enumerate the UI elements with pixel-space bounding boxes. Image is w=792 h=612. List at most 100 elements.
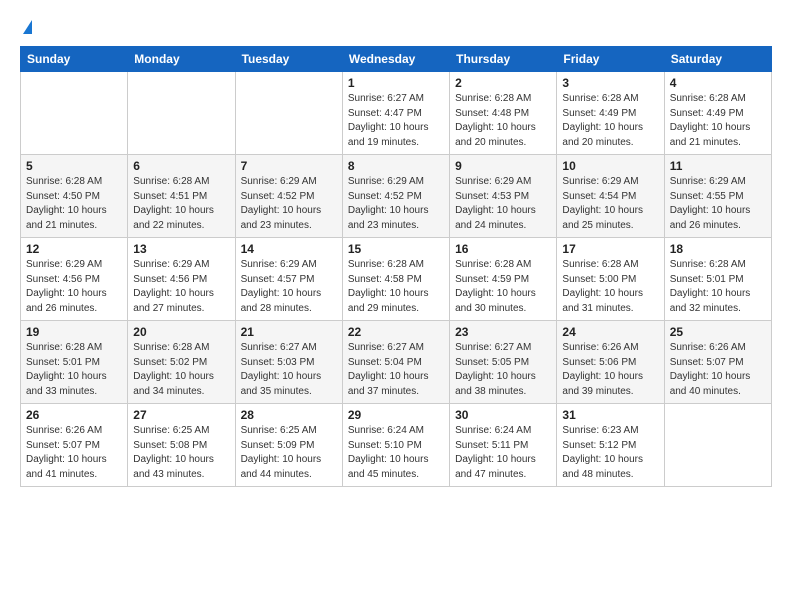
day-cell: 18 Sunrise: 6:28 AM Sunset: 5:01 PM Dayli…	[664, 238, 771, 321]
week-row-4: 19 Sunrise: 6:28 AM Sunset: 5:01 PM Dayli…	[21, 321, 772, 404]
day-info: Sunrise: 6:28 AM Sunset: 5:00 PM Dayligh…	[562, 258, 658, 316]
day-cell: 12 Sunrise: 6:29 AM Sunset: 4:56 PM Dayli…	[21, 238, 128, 321]
day-number: 24	[562, 325, 658, 339]
day-cell: 11 Sunrise: 6:29 AM Sunset: 4:55 PM Dayli…	[664, 155, 771, 238]
day-cell	[21, 72, 128, 155]
day-number: 16	[455, 242, 551, 256]
day-info: Sunrise: 6:23 AM Sunset: 5:12 PM Dayligh…	[562, 424, 658, 482]
day-info: Sunrise: 6:28 AM Sunset: 5:02 PM Dayligh…	[133, 341, 229, 399]
day-info: Sunrise: 6:28 AM Sunset: 4:59 PM Dayligh…	[455, 258, 551, 316]
day-info: Sunrise: 6:27 AM Sunset: 5:03 PM Dayligh…	[241, 341, 337, 399]
day-number: 8	[348, 159, 444, 173]
day-number: 6	[133, 159, 229, 173]
logo	[20, 18, 32, 34]
week-row-1: 1 Sunrise: 6:27 AM Sunset: 4:47 PM Daylig…	[21, 72, 772, 155]
day-cell: 15Sunrise: 6:28 AM Sunset: 4:58 PM Dayli…	[342, 238, 449, 321]
day-cell	[664, 404, 771, 487]
day-number: 13	[133, 242, 229, 256]
week-row-3: 12 Sunrise: 6:29 AM Sunset: 4:56 PM Dayli…	[21, 238, 772, 321]
day-cell: 20 Sunrise: 6:28 AM Sunset: 5:02 PM Dayli…	[128, 321, 235, 404]
day-cell: 16 Sunrise: 6:28 AM Sunset: 4:59 PM Dayli…	[450, 238, 557, 321]
day-info: Sunrise: 6:29 AM Sunset: 4:52 PM Dayligh…	[348, 175, 444, 233]
day-info: Sunrise: 6:26 AM Sunset: 5:07 PM Dayligh…	[26, 424, 122, 482]
day-info: Sunrise: 6:28 AM Sunset: 4:49 PM Dayligh…	[670, 92, 766, 150]
day-cell: 17 Sunrise: 6:28 AM Sunset: 5:00 PM Dayli…	[557, 238, 664, 321]
day-number: 9	[455, 159, 551, 173]
day-info: Sunrise: 6:29 AM Sunset: 4:54 PM Dayligh…	[562, 175, 658, 233]
day-number: 26	[26, 408, 122, 422]
day-info: Sunrise: 6:29 AM Sunset: 4:52 PM Dayligh…	[241, 175, 337, 233]
day-cell: 7 Sunrise: 6:29 AM Sunset: 4:52 PM Daylig…	[235, 155, 342, 238]
day-info: Sunrise: 6:28 AM Sunset: 4:50 PM Dayligh…	[26, 175, 122, 233]
day-number: 25	[670, 325, 766, 339]
day-cell: 27 Sunrise: 6:25 AM Sunset: 5:08 PM Dayli…	[128, 404, 235, 487]
day-cell: 19 Sunrise: 6:28 AM Sunset: 5:01 PM Dayli…	[21, 321, 128, 404]
day-cell: 28Sunrise: 6:25 AM Sunset: 5:09 PM Dayli…	[235, 404, 342, 487]
day-number: 20	[133, 325, 229, 339]
week-row-2: 5 Sunrise: 6:28 AM Sunset: 4:50 PM Daylig…	[21, 155, 772, 238]
day-info: Sunrise: 6:28 AM Sunset: 4:51 PM Dayligh…	[133, 175, 229, 233]
day-cell: 1 Sunrise: 6:27 AM Sunset: 4:47 PM Daylig…	[342, 72, 449, 155]
day-number: 5	[26, 159, 122, 173]
day-number: 10	[562, 159, 658, 173]
day-info: Sunrise: 6:28 AM Sunset: 5:01 PM Dayligh…	[26, 341, 122, 399]
day-cell: 31 Sunrise: 6:23 AM Sunset: 5:12 PM Dayli…	[557, 404, 664, 487]
day-info: Sunrise: 6:24 AM Sunset: 5:10 PM Dayligh…	[348, 424, 444, 482]
day-cell: 29 Sunrise: 6:24 AM Sunset: 5:10 PM Dayli…	[342, 404, 449, 487]
day-info: Sunrise: 6:25 AM Sunset: 5:08 PM Dayligh…	[133, 424, 229, 482]
day-cell: 22 Sunrise: 6:27 AM Sunset: 5:04 PM Dayli…	[342, 321, 449, 404]
day-info: Sunrise: 6:28 AM Sunset: 5:01 PM Dayligh…	[670, 258, 766, 316]
day-number: 4	[670, 76, 766, 90]
day-cell: 3 Sunrise: 6:28 AM Sunset: 4:49 PM Daylig…	[557, 72, 664, 155]
day-cell: 13 Sunrise: 6:29 AM Sunset: 4:56 PM Dayli…	[128, 238, 235, 321]
day-info: Sunrise: 6:28 AM Sunset: 4:58 PM Dayligh…	[348, 258, 444, 316]
day-info: Sunrise: 6:29 AM Sunset: 4:56 PM Dayligh…	[26, 258, 122, 316]
day-info: Sunrise: 6:27 AM Sunset: 5:04 PM Dayligh…	[348, 341, 444, 399]
weekday-monday: Monday	[128, 47, 235, 72]
weekday-friday: Friday	[557, 47, 664, 72]
day-info: Sunrise: 6:28 AM Sunset: 4:48 PM Dayligh…	[455, 92, 551, 150]
day-cell	[235, 72, 342, 155]
day-number: 27	[133, 408, 229, 422]
calendar-table: SundayMondayTuesdayWednesdayThursdayFrid…	[20, 46, 772, 487]
day-cell: 25Sunrise: 6:26 AM Sunset: 5:07 PM Dayli…	[664, 321, 771, 404]
day-number: 7	[241, 159, 337, 173]
weekday-thursday: Thursday	[450, 47, 557, 72]
day-cell: 2 Sunrise: 6:28 AM Sunset: 4:48 PM Daylig…	[450, 72, 557, 155]
day-number: 22	[348, 325, 444, 339]
day-number: 23	[455, 325, 551, 339]
day-info: Sunrise: 6:27 AM Sunset: 5:05 PM Dayligh…	[455, 341, 551, 399]
day-cell: 14Sunrise: 6:29 AM Sunset: 4:57 PM Dayli…	[235, 238, 342, 321]
day-info: Sunrise: 6:29 AM Sunset: 4:57 PM Dayligh…	[241, 258, 337, 316]
day-cell: 21 Sunrise: 6:27 AM Sunset: 5:03 PM Dayli…	[235, 321, 342, 404]
day-cell: 23 Sunrise: 6:27 AM Sunset: 5:05 PM Dayli…	[450, 321, 557, 404]
weekday-sunday: Sunday	[21, 47, 128, 72]
day-number: 3	[562, 76, 658, 90]
day-number: 18	[670, 242, 766, 256]
day-info: Sunrise: 6:29 AM Sunset: 4:56 PM Dayligh…	[133, 258, 229, 316]
day-number: 31	[562, 408, 658, 422]
weekday-saturday: Saturday	[664, 47, 771, 72]
day-cell: 9Sunrise: 6:29 AM Sunset: 4:53 PM Daylig…	[450, 155, 557, 238]
weekday-tuesday: Tuesday	[235, 47, 342, 72]
page-header	[20, 18, 772, 34]
day-info: Sunrise: 6:25 AM Sunset: 5:09 PM Dayligh…	[241, 424, 337, 482]
day-number: 19	[26, 325, 122, 339]
day-cell: 26 Sunrise: 6:26 AM Sunset: 5:07 PM Dayli…	[21, 404, 128, 487]
day-number: 1	[348, 76, 444, 90]
day-cell: 8 Sunrise: 6:29 AM Sunset: 4:52 PM Daylig…	[342, 155, 449, 238]
day-cell: 5 Sunrise: 6:28 AM Sunset: 4:50 PM Daylig…	[21, 155, 128, 238]
day-number: 2	[455, 76, 551, 90]
day-info: Sunrise: 6:28 AM Sunset: 4:49 PM Dayligh…	[562, 92, 658, 150]
day-cell: 30Sunrise: 6:24 AM Sunset: 5:11 PM Dayli…	[450, 404, 557, 487]
day-number: 29	[348, 408, 444, 422]
day-number: 21	[241, 325, 337, 339]
day-cell: 6 Sunrise: 6:28 AM Sunset: 4:51 PM Daylig…	[128, 155, 235, 238]
day-number: 12	[26, 242, 122, 256]
day-info: Sunrise: 6:27 AM Sunset: 4:47 PM Dayligh…	[348, 92, 444, 150]
day-number: 11	[670, 159, 766, 173]
day-cell: 24 Sunrise: 6:26 AM Sunset: 5:06 PM Dayli…	[557, 321, 664, 404]
day-info: Sunrise: 6:29 AM Sunset: 4:55 PM Dayligh…	[670, 175, 766, 233]
day-info: Sunrise: 6:26 AM Sunset: 5:06 PM Dayligh…	[562, 341, 658, 399]
day-number: 17	[562, 242, 658, 256]
